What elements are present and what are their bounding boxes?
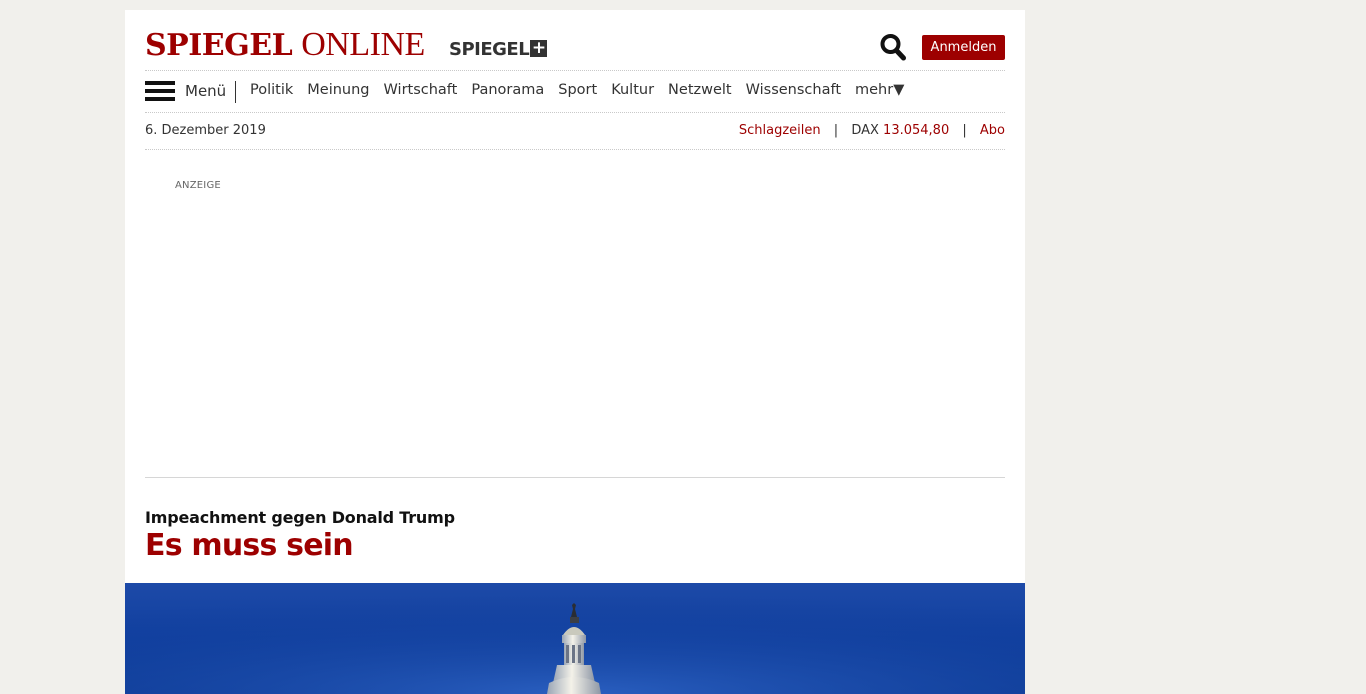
plus-icon: + — [530, 38, 548, 58]
current-date: 6. Dezember 2019 — [145, 123, 266, 138]
separator: | — [962, 123, 967, 138]
page: SPIEGEL ONLINE SPIEGEL + Anmelden Menü Po… — [125, 10, 1025, 694]
article-headline[interactable]: Es muss sein — [145, 528, 354, 563]
login-button[interactable]: Anmelden — [922, 35, 1005, 60]
article-kicker[interactable]: Impeachment gegen Donald Trump — [145, 508, 455, 527]
dax-label: DAX — [851, 123, 879, 138]
ad-label: ANZEIGE — [175, 180, 221, 191]
abo-link[interactable]: Abo — [980, 123, 1005, 138]
logo-online-text: ONLINE — [301, 26, 425, 63]
divider — [145, 149, 1005, 150]
nav-item-panorama[interactable]: Panorama — [471, 82, 544, 98]
nav-item-mehr[interactable]: mehr▼ — [855, 82, 904, 98]
section-links: Politik Meinung Wirtschaft Panorama Spor… — [250, 82, 904, 98]
masthead: SPIEGEL ONLINE SPIEGEL + Anmelden — [145, 28, 1005, 70]
dax-value[interactable]: 13.054,80 — [883, 123, 949, 138]
search-icon[interactable] — [880, 33, 906, 61]
spiegel-online-logo[interactable]: SPIEGEL ONLINE — [145, 28, 425, 63]
nav-item-netzwelt[interactable]: Netzwelt — [668, 82, 732, 98]
nav-item-sport[interactable]: Sport — [558, 82, 597, 98]
divider — [145, 112, 1005, 113]
logo-bold-text: SPIEGEL — [145, 28, 293, 63]
menu-button[interactable]: Menü — [185, 82, 226, 100]
main-nav: Menü Politik Meinung Wirtschaft Panorama… — [145, 72, 1005, 112]
info-links: Schlagzeilen | DAX 13.054,80 | Abo — [739, 123, 1005, 138]
info-bar: 6. Dezember 2019 Schlagzeilen | DAX 13.0… — [145, 122, 1005, 144]
nav-item-kultur[interactable]: Kultur — [611, 82, 654, 98]
hamburger-icon[interactable] — [145, 81, 175, 101]
spiegel-plus-logo[interactable]: SPIEGEL + — [449, 38, 548, 60]
nav-item-wirtschaft[interactable]: Wirtschaft — [384, 82, 458, 98]
menu-separator — [235, 81, 236, 103]
separator: | — [833, 123, 839, 138]
divider — [145, 70, 1005, 71]
nav-item-wissenschaft[interactable]: Wissenschaft — [746, 82, 841, 98]
spiegel-plus-text: SPIEGEL — [449, 39, 530, 60]
ad-divider — [145, 477, 1005, 478]
nav-item-politik[interactable]: Politik — [250, 82, 293, 98]
nav-item-meinung[interactable]: Meinung — [307, 82, 369, 98]
headlines-link[interactable]: Schlagzeilen — [739, 123, 821, 138]
capitol-dome-image[interactable] — [125, 583, 1025, 694]
